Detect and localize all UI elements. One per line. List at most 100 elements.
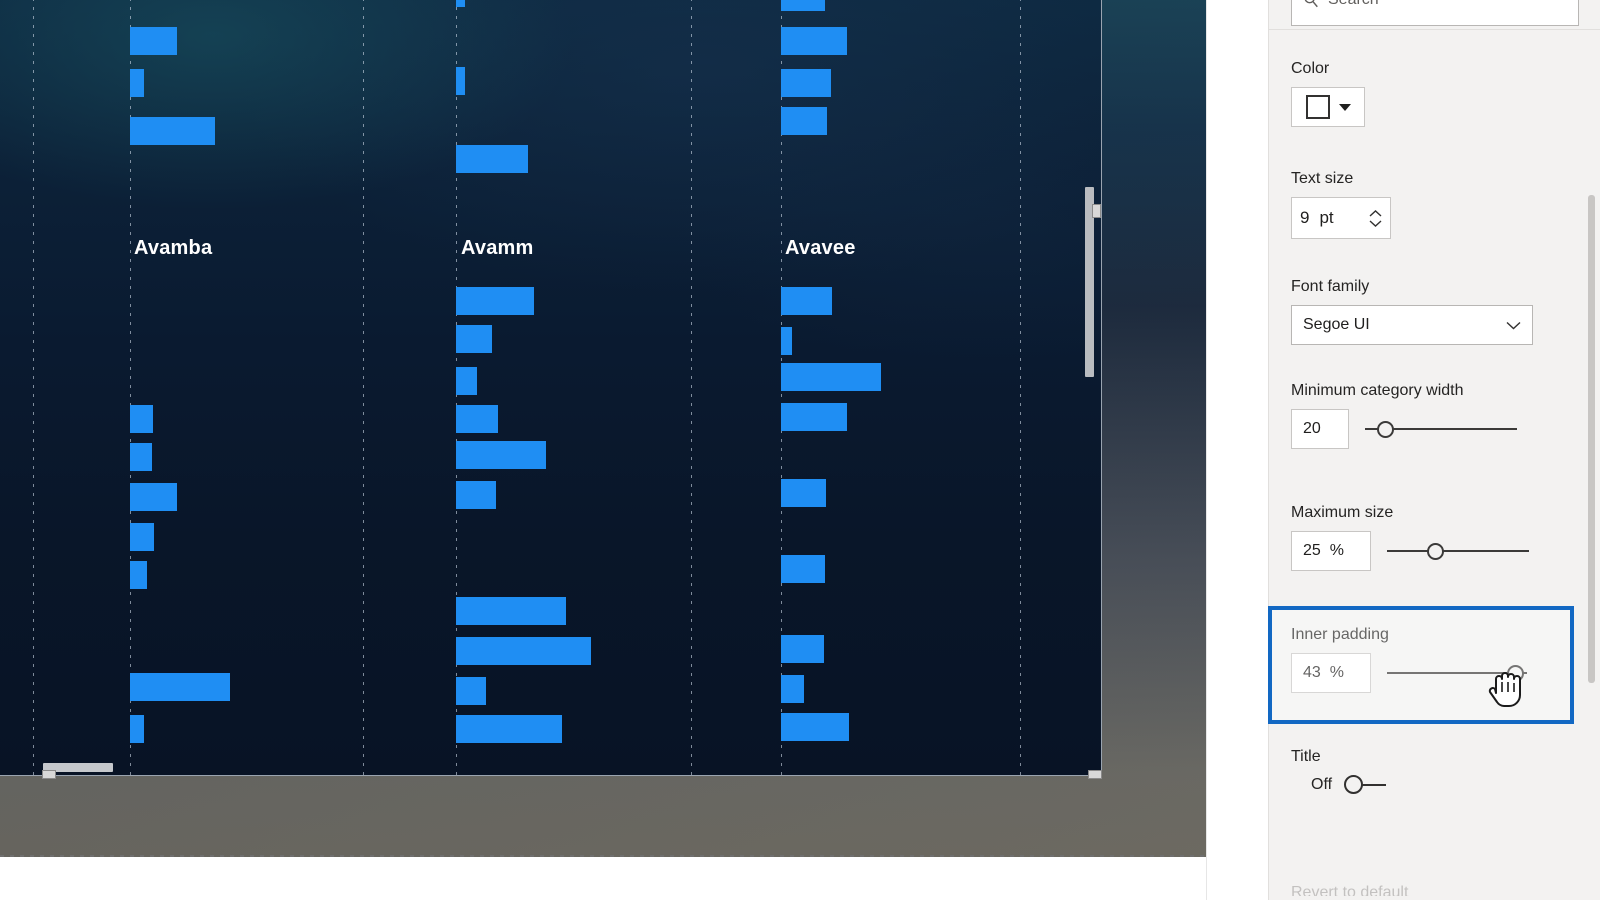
chart-bar[interactable] [456, 715, 562, 743]
title-toggle[interactable] [1344, 775, 1388, 795]
maximum-size-label: Maximum size [1291, 504, 1394, 521]
text-size-label: Text size [1291, 170, 1354, 187]
bar-chart-visual[interactable]: Avamba Avamm Avavee [0, 0, 1102, 776]
chart-bar[interactable] [456, 0, 465, 7]
category-label-avamba: Avamba [134, 237, 213, 259]
font-family-select[interactable]: Segoe UI [1291, 305, 1533, 345]
chart-bar[interactable] [456, 637, 591, 665]
font-family-field: Font family Segoe UI [1291, 278, 1581, 345]
chart-bar[interactable] [781, 479, 826, 507]
chart-bar[interactable] [456, 597, 566, 625]
chart-bar[interactable] [130, 673, 230, 701]
category-label-avamm: Avamm [461, 237, 534, 259]
chevron-up-icon[interactable] [1369, 209, 1382, 217]
chart-bar[interactable] [456, 67, 465, 95]
chevron-down-icon[interactable] [1506, 321, 1521, 330]
text-size-value: 9 [1300, 208, 1310, 227]
toggle-knob[interactable] [1344, 775, 1364, 794]
revert-to-default-button[interactable]: Revert to default [1291, 884, 1581, 896]
text-size-unit: pt [1319, 208, 1334, 227]
resize-handle-right[interactable] [1092, 204, 1101, 218]
chart-bar[interactable] [781, 675, 804, 703]
minimum-category-width-field: Minimum category width 20 [1291, 382, 1581, 449]
text-size-stepper[interactable]: 9 pt [1291, 197, 1391, 239]
chart-bar[interactable] [781, 713, 849, 741]
maximum-size-unit: % [1329, 542, 1345, 559]
inner-padding-field: Inner padding 43 % [1291, 626, 1581, 693]
resize-handle-bottom-right[interactable] [1088, 770, 1102, 779]
visual-horizontal-scrollbar[interactable] [0, 763, 1093, 773]
chart-bar[interactable] [456, 481, 496, 509]
chevron-down-icon [1338, 103, 1351, 111]
chart-bar[interactable] [456, 325, 492, 353]
chart-bar[interactable] [130, 443, 152, 471]
minimum-category-width-label: Minimum category width [1291, 382, 1464, 399]
chart-bar[interactable] [130, 715, 144, 743]
title-state-label: Off [1311, 776, 1333, 793]
search-icon [1304, 0, 1318, 8]
chart-bar[interactable] [130, 523, 154, 551]
chart-bar[interactable] [456, 287, 534, 315]
report-canvas[interactable]: Avamba Avamm Avavee [0, 0, 1206, 900]
chart-bar[interactable] [781, 69, 831, 97]
below-canvas-area [0, 857, 1206, 900]
chart-bar[interactable] [130, 405, 153, 433]
inner-padding-slider[interactable] [1387, 661, 1527, 685]
chart-plot-area: Avamba Avamm Avavee [0, 0, 1101, 775]
maximum-size-value: 25 [1303, 542, 1321, 559]
chart-bar[interactable] [456, 145, 528, 173]
title-field: Title Off [1291, 748, 1581, 795]
slider-thumb[interactable] [1427, 543, 1444, 560]
category-label-avavee: Avavee [785, 237, 856, 259]
inner-padding-input[interactable]: 43 % [1291, 653, 1371, 693]
slider-thumb[interactable] [1377, 421, 1394, 438]
format-pane-scrollbar[interactable] [1588, 0, 1596, 900]
gridline [33, 0, 34, 775]
chart-bar[interactable] [130, 117, 215, 145]
chart-bar[interactable] [781, 107, 827, 135]
slider-thumb[interactable] [1507, 665, 1524, 682]
gridline [1020, 0, 1021, 775]
chart-bar[interactable] [130, 483, 177, 511]
canvas-gutter [1206, 0, 1268, 900]
chevron-down-icon[interactable] [1369, 219, 1382, 227]
chart-bar[interactable] [456, 367, 477, 395]
maximum-size-slider[interactable] [1387, 539, 1529, 563]
chart-bar[interactable] [456, 405, 498, 433]
chart-bar[interactable] [130, 27, 177, 55]
maximum-size-input[interactable]: 25 % [1291, 531, 1371, 571]
gridline [691, 0, 692, 775]
color-picker-button[interactable] [1291, 87, 1365, 127]
chart-bar[interactable] [781, 0, 825, 11]
search-placeholder: Search [1328, 0, 1379, 9]
screen: Avamba Avamm Avavee Color Text size 9 pt… [0, 0, 1600, 900]
font-family-value: Segoe UI [1303, 316, 1370, 333]
inner-padding-value: 43 [1303, 664, 1321, 681]
resize-handle-bottom-left[interactable] [42, 770, 56, 779]
chart-bar[interactable] [130, 69, 144, 97]
color-label: Color [1291, 60, 1330, 77]
minimum-category-width-input[interactable]: 20 [1291, 409, 1349, 449]
color-field: Color [1291, 60, 1581, 127]
chart-bar[interactable] [781, 635, 824, 663]
visual-vertical-scrollbar[interactable] [1085, 0, 1095, 775]
inner-padding-label: Inner padding [1291, 626, 1389, 643]
text-size-field: Text size 9 pt [1291, 170, 1581, 239]
chart-bar[interactable] [130, 561, 147, 589]
search-input[interactable]: Search [1291, 0, 1579, 26]
chart-bar[interactable] [781, 363, 881, 391]
color-swatch [1305, 95, 1330, 119]
chart-bar[interactable] [456, 441, 546, 469]
gridline [363, 0, 364, 775]
chart-bar[interactable] [781, 27, 847, 55]
chart-bar[interactable] [781, 555, 825, 583]
font-family-label: Font family [1291, 278, 1370, 295]
chart-bar[interactable] [781, 287, 832, 315]
chart-bar[interactable] [781, 327, 792, 355]
chart-bar[interactable] [781, 403, 847, 431]
scrollbar-thumb[interactable] [1588, 195, 1595, 683]
stepper-arrows[interactable] [1369, 209, 1382, 227]
minimum-category-width-slider[interactable] [1365, 417, 1517, 441]
slider-track [1387, 550, 1529, 552]
chart-bar[interactable] [456, 677, 486, 705]
